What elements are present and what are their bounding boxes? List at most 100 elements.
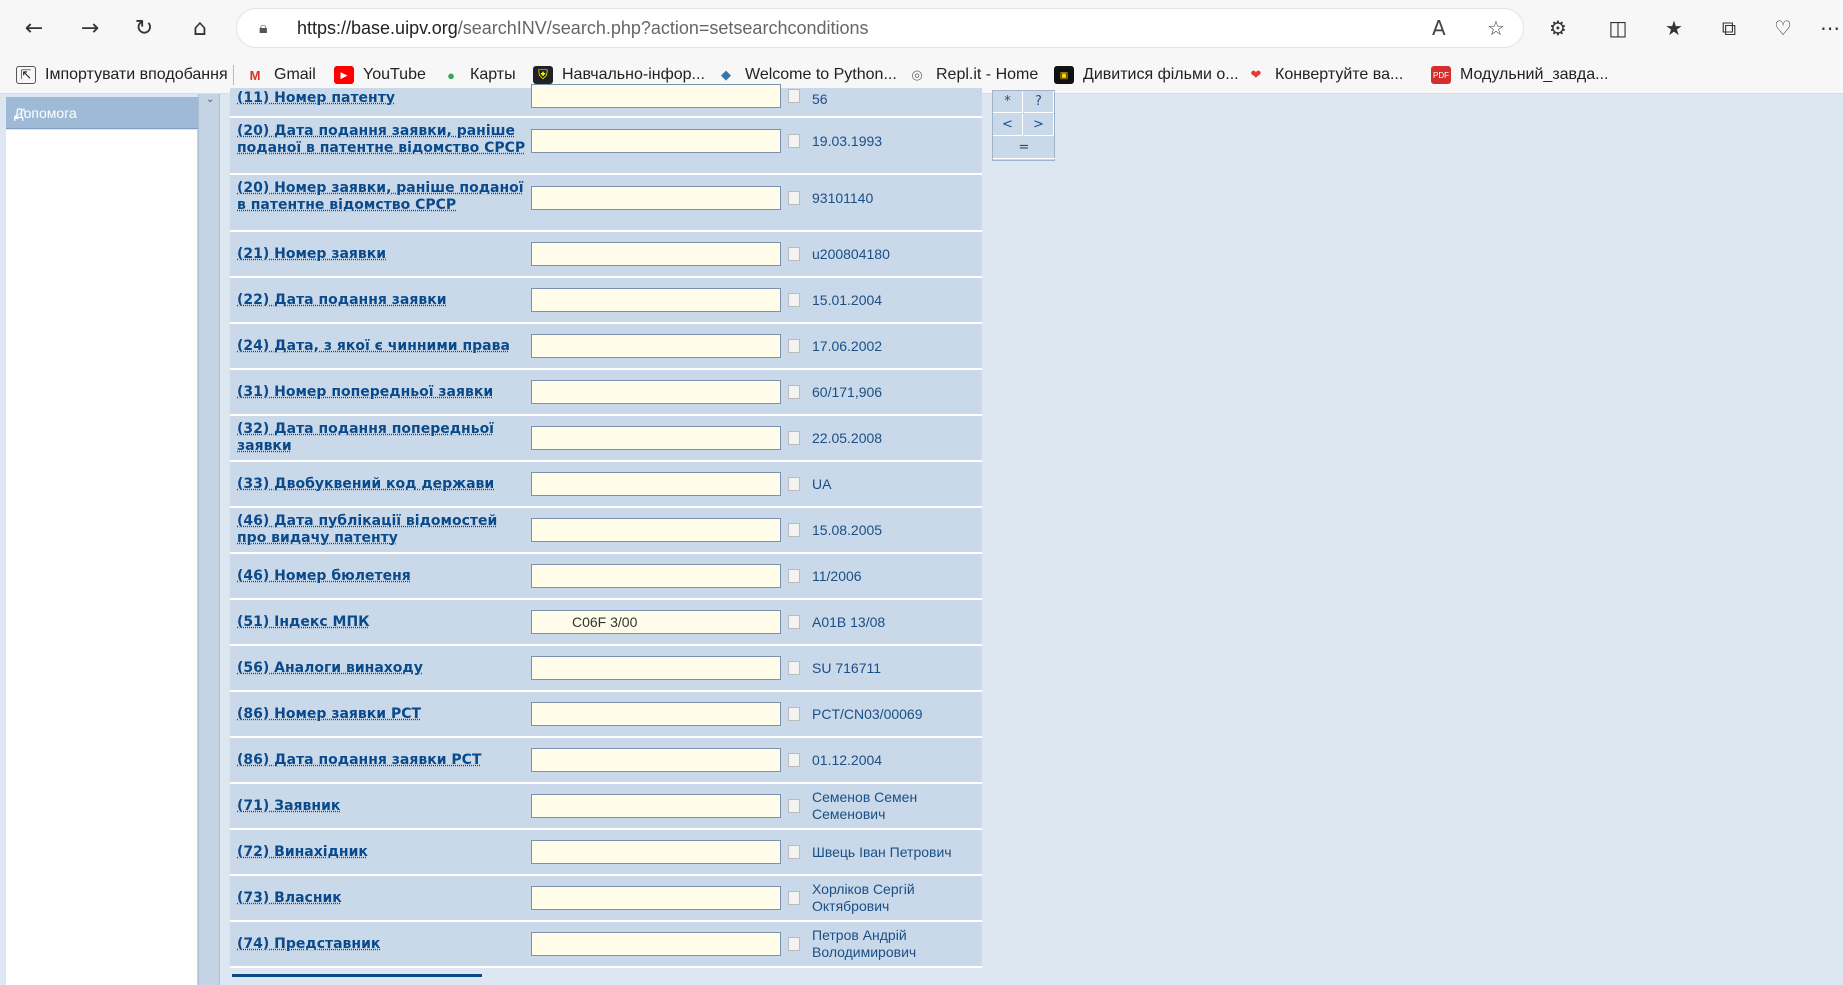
search-field-input[interactable]	[531, 334, 781, 358]
document-icon[interactable]	[788, 191, 800, 205]
read-aloud-icon[interactable]: A	[1432, 16, 1446, 40]
document-icon[interactable]	[788, 247, 800, 261]
document-icon[interactable]	[788, 385, 800, 399]
search-field-input[interactable]	[531, 886, 781, 910]
document-icon[interactable]	[788, 799, 800, 813]
field-label-link[interactable]: (56) Аналоги винаходу	[237, 660, 527, 677]
search-field-input[interactable]	[531, 380, 781, 404]
form-row: (20) Номер заявки, раніше поданої в пате…	[230, 175, 982, 232]
collapse-arrow-icon[interactable]: ⤢	[14, 105, 192, 122]
document-icon[interactable]	[788, 753, 800, 767]
splitter-arrow-icon[interactable]: ⌄	[206, 94, 214, 105]
field-label-link[interactable]: (32) Дата подання попередньої заявки	[237, 421, 527, 455]
bookmark-convert[interactable]: ❤ Конвертуйте ва...	[1246, 64, 1404, 86]
bookmark-module[interactable]: PDF Модульний_завда...	[1431, 64, 1608, 86]
field-label-link[interactable]: (46) Номер бюлетеня	[237, 568, 527, 585]
field-label-link[interactable]: (74) Представник	[237, 936, 527, 953]
movie-icon: ▣	[1054, 66, 1074, 84]
back-arrow-icon[interactable]: ←	[16, 10, 52, 46]
bookmark-gmail[interactable]: M Gmail	[245, 64, 316, 86]
field-label-link[interactable]: (72) Винахідник	[237, 844, 527, 861]
search-field-input[interactable]	[531, 656, 781, 680]
bookmark-maps[interactable]: ● Карты	[441, 64, 516, 86]
field-label-link[interactable]: (11) Номер патенту	[237, 90, 527, 107]
operator-less-button[interactable]: <	[993, 114, 1023, 136]
search-field-input[interactable]: C06F 3/00	[531, 610, 781, 634]
document-icon[interactable]	[788, 937, 800, 951]
operator-equals-button[interactable]: =	[993, 137, 1055, 159]
document-icon[interactable]	[788, 891, 800, 905]
bookmark-movies[interactable]: ▣ Дивитися фільми о...	[1054, 64, 1239, 86]
bookmark-youtube[interactable]: ▶ YouTube	[334, 64, 426, 86]
form-row: (73) Власник Хорліков Сергій Октябрович	[230, 876, 982, 922]
operator-wildcard-button[interactable]: *	[993, 91, 1023, 113]
document-icon[interactable]	[788, 615, 800, 629]
field-label-link[interactable]: (33) Двобуквений код держави	[237, 476, 527, 493]
document-icon[interactable]	[788, 523, 800, 537]
search-field-input[interactable]	[531, 794, 781, 818]
example-value: 56	[812, 91, 828, 107]
search-field-input[interactable]	[531, 564, 781, 588]
shield-icon: ⛨	[533, 66, 553, 84]
extensions-icon[interactable]: ⚙	[1540, 10, 1576, 46]
replit-icon: ◎	[911, 67, 923, 82]
home-icon[interactable]: ⌂	[182, 10, 218, 46]
document-icon[interactable]	[788, 477, 800, 491]
search-field-input[interactable]	[531, 84, 781, 108]
operator-single-char-button[interactable]: ?	[1024, 91, 1054, 113]
field-label-link[interactable]: (46) Дата публікації відомостей про вида…	[237, 513, 527, 547]
search-field-input[interactable]	[531, 472, 781, 496]
search-field-input[interactable]	[531, 129, 781, 153]
bookmark-label: Welcome to Python...	[745, 66, 897, 83]
operator-greater-button[interactable]: >	[1024, 114, 1054, 136]
field-label-link[interactable]: (31) Номер попередньої заявки	[237, 384, 527, 401]
search-field-input[interactable]	[531, 518, 781, 542]
search-field-input[interactable]	[531, 840, 781, 864]
document-icon[interactable]	[788, 431, 800, 445]
document-icon[interactable]	[788, 845, 800, 859]
help-tab[interactable]: Допомога ⤢	[6, 97, 198, 129]
search-field-input[interactable]	[531, 242, 781, 266]
operators-panel: * ? < > =	[992, 90, 1055, 161]
field-label-link[interactable]: (51) Індекс МПК	[237, 614, 527, 631]
field-label-link[interactable]: (71) Заявник	[237, 798, 527, 815]
favorite-star-icon[interactable]: ☆	[1487, 16, 1505, 40]
document-icon[interactable]	[788, 339, 800, 353]
field-label-link[interactable]: (20) Дата подання заявки, раніше поданої…	[237, 123, 527, 157]
reload-icon[interactable]: ↻	[126, 10, 162, 46]
pdf-icon: PDF	[1431, 66, 1451, 84]
collections-icon[interactable]: ⧉	[1711, 10, 1747, 46]
field-label-link[interactable]: (86) Номер заявки PCT	[237, 706, 527, 723]
field-label-link[interactable]: (73) Власник	[237, 890, 527, 907]
favorites-icon[interactable]: ★	[1656, 10, 1692, 46]
document-icon[interactable]	[788, 569, 800, 583]
field-label-link[interactable]: (21) Номер заявки	[237, 246, 527, 263]
forward-arrow-icon[interactable]: →	[72, 10, 108, 46]
bookmark-education[interactable]: ⛨ Навчально-інфор...	[533, 64, 705, 86]
document-icon[interactable]	[788, 293, 800, 307]
bookmark-python[interactable]: ◆ Welcome to Python...	[716, 64, 897, 86]
field-label-link[interactable]: (86) Дата подання заявки PCT	[237, 752, 527, 769]
field-label-link[interactable]: (22) Дата подання заявки	[237, 292, 527, 309]
document-icon[interactable]	[788, 89, 800, 103]
panel-splitter[interactable]	[198, 94, 220, 985]
document-icon[interactable]	[788, 707, 800, 721]
field-label-link[interactable]: (24) Дата, з якої є чинними права	[237, 338, 527, 355]
document-icon[interactable]	[788, 661, 800, 675]
more-menu-icon[interactable]: ⋯	[1812, 10, 1843, 46]
address-bar[interactable]: 🔒︎ https://base.uipv.org/searchINV/searc…	[236, 8, 1524, 48]
field-label-link[interactable]: (20) Номер заявки, раніше поданої в пате…	[237, 180, 527, 214]
search-field-input[interactable]	[531, 426, 781, 450]
document-icon[interactable]	[788, 134, 800, 148]
form-row: (11) Номер патенту 56	[230, 84, 982, 118]
performance-icon[interactable]: ♡	[1765, 10, 1801, 46]
search-field-input[interactable]	[531, 702, 781, 726]
search-field-input[interactable]	[531, 288, 781, 312]
search-field-input[interactable]	[531, 186, 781, 210]
search-field-input[interactable]	[531, 932, 781, 956]
example-value: Семенов Семен Семенович	[812, 789, 918, 822]
split-screen-icon[interactable]: ◫	[1600, 10, 1636, 46]
bookmark-import[interactable]: ⇱ Імпортувати вподобання	[16, 64, 228, 86]
bookmark-replit[interactable]: ◎ Repl.it - Home	[907, 64, 1038, 86]
search-field-input[interactable]	[531, 748, 781, 772]
